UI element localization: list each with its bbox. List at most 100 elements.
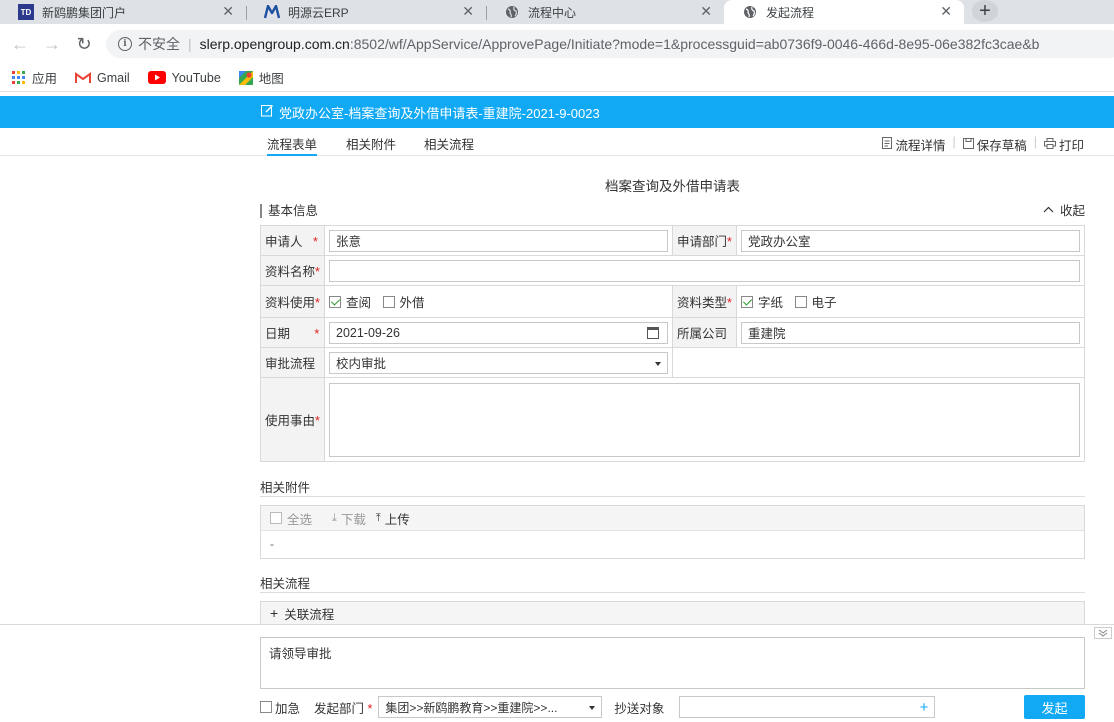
checkbox[interactable] — [270, 512, 282, 524]
checkbox[interactable] — [741, 295, 753, 308]
bookmark-apps[interactable]: 应用 — [12, 68, 57, 87]
add-related-process-button[interactable]: + 关联流程 — [260, 601, 1085, 625]
collapse-label: 收起 — [1059, 204, 1085, 218]
globe-icon — [742, 4, 758, 20]
form-tabs-row: 流程表单 相关附件 相关流程 流程详情 | 保存草稿 | 打印 — [0, 128, 1114, 156]
process-detail-button[interactable]: 流程详情 — [882, 135, 945, 154]
bookmark-label: YouTube — [171, 70, 221, 85]
upload-icon: ⤒ — [375, 511, 381, 524]
browser-tab-process-center[interactable]: 流程中心 ✕ — [486, 0, 724, 24]
chevron-down-icon — [655, 361, 661, 366]
add-cc-icon[interactable]: + — [920, 699, 929, 716]
flow-value: 校内审批 — [336, 357, 387, 371]
close-tab-icon[interactable]: ✕ — [222, 3, 234, 20]
info-icon[interactable]: i — [118, 37, 132, 51]
tab-title: 明源云ERP — [288, 5, 349, 20]
download-button[interactable]: ⤓ 下载 — [332, 509, 366, 528]
type-option-paper[interactable]: 字纸 — [741, 292, 783, 311]
new-tab-button[interactable]: + — [972, 0, 998, 22]
divider — [260, 592, 1085, 593]
url-input[interactable]: i 不安全 | slerp.opengroup.com.cn:8502/wf/A… — [106, 30, 1114, 58]
bookmark-label: 应用 — [32, 72, 58, 86]
material-name-field[interactable] — [329, 259, 1080, 282]
comment-textarea[interactable]: 请领导审批 — [260, 637, 1085, 689]
tab-title: 新鸥鹏集团门户 — [42, 5, 127, 20]
td-icon: TD — [18, 4, 34, 20]
print-button[interactable]: 打印 — [1043, 135, 1084, 154]
divider: | — [188, 36, 192, 52]
date-field[interactable]: 2021-09-26 — [329, 321, 668, 344]
usage-label: 资料使用* — [260, 285, 325, 318]
bookmark-gmail[interactable]: Gmail — [75, 71, 130, 85]
print-icon — [1043, 137, 1056, 152]
toolbar: 流程详情 | 保存草稿 | 打印 — [882, 135, 1084, 154]
security-status[interactable]: 不安全 — [138, 34, 180, 54]
checkbox[interactable] — [329, 295, 341, 308]
chevron-down-icon — [589, 706, 596, 710]
reload-icon[interactable]: ↻ — [68, 34, 100, 55]
attachments-empty: - — [270, 537, 274, 551]
company-field[interactable]: 重建院 — [741, 321, 1080, 344]
tab-related-processes[interactable]: 相关流程 — [424, 134, 474, 156]
initiating-dept-select[interactable]: 集团>>新鸥鹏教育>>重建院>>... — [378, 696, 603, 718]
cc-label: 抄送对象 — [614, 701, 665, 716]
upload-button[interactable]: ⤒ 上传 — [376, 509, 410, 528]
youtube-icon — [147, 71, 166, 84]
process-detail-label: 流程详情 — [895, 139, 946, 153]
bookmark-label: 地图 — [258, 72, 284, 86]
cc-field[interactable]: + — [679, 696, 936, 718]
close-tab-icon[interactable]: ✕ — [700, 3, 712, 20]
maps-icon — [238, 70, 253, 85]
section-basic-info: 基本信息 收起 — [260, 204, 1085, 218]
browser-tab-portal[interactable]: TD 新鸥鹏集团门户 ✕ — [0, 0, 246, 24]
initiating-dept-label: 发起部门 * — [314, 701, 373, 716]
checkbox[interactable] — [794, 295, 807, 308]
browser-tab-initiate[interactable]: 发起流程 ✕ — [724, 0, 964, 24]
basic-info-form: 申请人 * 张意 申请部门* 党政办公室 资料名称* 资料使用* 查阅 外借 资… — [260, 225, 1085, 462]
divider — [260, 496, 1085, 497]
select-all-checkbox[interactable]: 全选 — [270, 509, 312, 528]
apps-grid-icon — [12, 70, 26, 85]
type-label: 资料类型* — [672, 285, 737, 318]
close-tab-icon[interactable]: ✕ — [940, 3, 952, 20]
tab-process-form[interactable]: 流程表单 — [267, 134, 318, 156]
collapse-button[interactable]: 收起 — [1043, 204, 1085, 218]
urgent-checkbox[interactable]: 加急 — [260, 698, 300, 717]
dept-label: 申请部门* — [672, 225, 737, 256]
forward-icon[interactable]: → — [36, 34, 68, 55]
type-option-electronic[interactable]: 电子 — [794, 292, 837, 311]
empty-cell — [672, 347, 1085, 378]
tab-attachments[interactable]: 相关附件 — [346, 134, 396, 156]
date-label: 日期 * — [260, 317, 325, 348]
form-title: 档案查询及外借申请表 — [605, 179, 740, 194]
bookmark-maps[interactable]: 地图 — [238, 68, 284, 87]
url-path: :8502/wf/AppService/ApprovePage/Initiate… — [349, 36, 1040, 52]
address-bar-row: ← → ↻ i 不安全 | slerp.opengroup.com.cn:850… — [0, 24, 1114, 64]
collapse-panel-icon[interactable] — [1094, 627, 1112, 639]
flow-select[interactable]: 校内审批 — [329, 351, 668, 374]
save-draft-label: 保存草稿 — [976, 139, 1027, 153]
globe-icon — [504, 4, 520, 20]
date-value: 2021-09-26 — [336, 325, 400, 340]
dept-field[interactable]: 党政办公室 — [741, 229, 1080, 252]
browser-tab-erp[interactable]: 明源云ERP ✕ — [246, 0, 486, 24]
tab-title: 流程中心 — [528, 5, 577, 20]
calendar-icon[interactable] — [647, 326, 659, 339]
download-icon: ⤓ — [332, 511, 337, 524]
usage-option-borrow[interactable]: 外借 — [382, 292, 425, 311]
checkbox[interactable] — [382, 295, 395, 308]
add-related-label: 关联流程 — [284, 607, 335, 622]
gmail-icon — [75, 71, 92, 84]
back-icon[interactable]: ← — [4, 34, 36, 55]
submit-button[interactable]: 发起 — [1024, 695, 1085, 719]
tab-title: 发起流程 — [766, 5, 815, 20]
initiating-dept-value: 集团>>新鸥鹏教育>>重建院>>... — [385, 700, 558, 715]
save-draft-button[interactable]: 保存草稿 — [962, 135, 1027, 154]
reason-textarea[interactable] — [329, 382, 1080, 457]
usage-option-view[interactable]: 查阅 — [329, 292, 371, 311]
applicant-field[interactable]: 张意 — [329, 229, 668, 252]
bookmark-youtube[interactable]: YouTube — [147, 70, 221, 85]
close-tab-icon[interactable]: ✕ — [462, 3, 474, 20]
approval-panel: 请领导审批 加急 发起部门 * 集团>>新鸥鹏教育>>重建院>>... 抄送对象… — [0, 624, 1114, 722]
checkbox[interactable] — [260, 701, 272, 713]
